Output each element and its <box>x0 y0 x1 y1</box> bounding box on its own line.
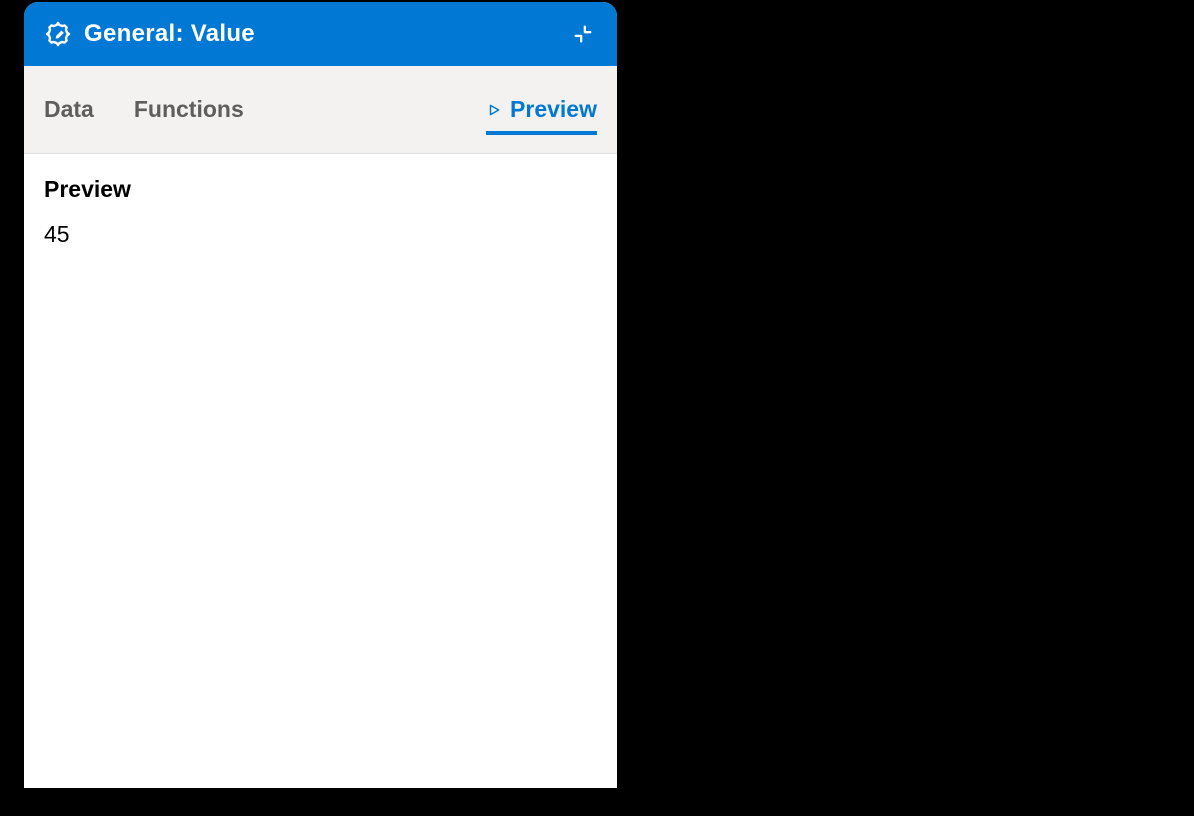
tab-functions[interactable]: Functions <box>134 66 244 153</box>
tab-preview[interactable]: Preview <box>486 66 597 153</box>
config-panel: General: Value Data Functions Preview Pr… <box>24 2 617 788</box>
collapse-button[interactable] <box>569 20 597 48</box>
preview-value: 45 <box>44 221 597 248</box>
collapse-icon <box>572 23 594 45</box>
panel-header: General: Value <box>24 2 617 66</box>
tab-preview-label: Preview <box>510 96 597 123</box>
settings-edit-icon <box>44 20 72 48</box>
preview-heading: Preview <box>44 176 597 203</box>
preview-content: Preview 45 <box>24 154 617 270</box>
tab-bar: Data Functions Preview <box>24 66 617 154</box>
panel-title: General: Value <box>84 20 557 48</box>
tab-data[interactable]: Data <box>44 66 94 153</box>
play-icon <box>486 102 502 118</box>
